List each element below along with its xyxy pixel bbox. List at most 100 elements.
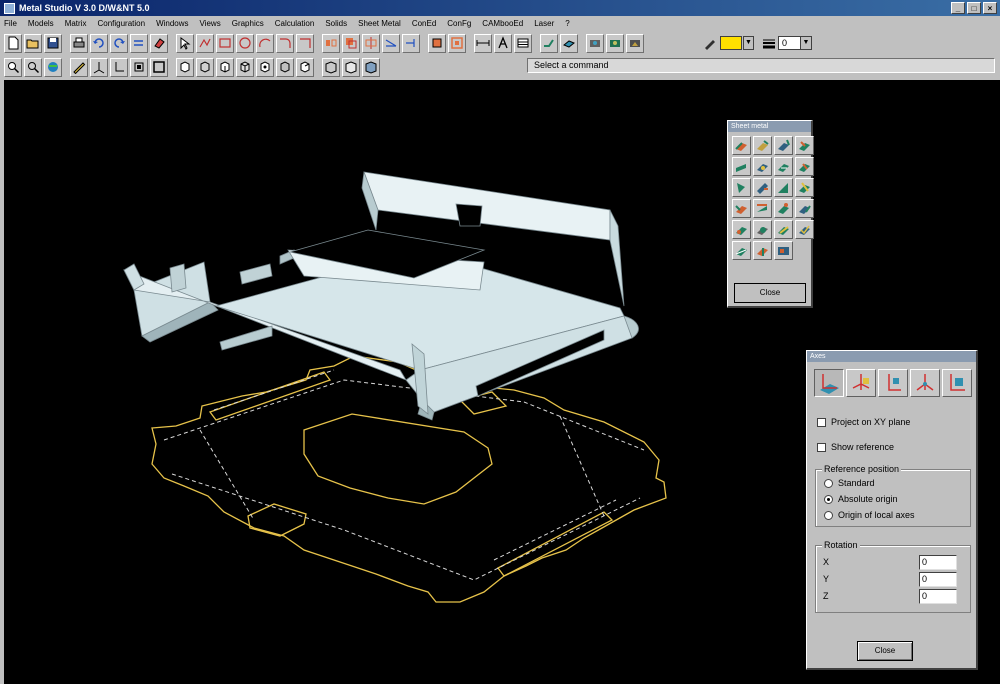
unfold-button[interactable]: [626, 33, 644, 53]
split-button[interactable]: [362, 33, 380, 53]
palette-tool-sheet[interactable]: [732, 241, 751, 260]
palette-tool-emboss[interactable]: [795, 157, 814, 176]
wireframe-button[interactable]: [322, 57, 340, 77]
radio-local-origin-dot[interactable]: [824, 510, 833, 520]
redo-button[interactable]: [110, 33, 128, 53]
menu-matrix[interactable]: Matrix: [65, 19, 87, 28]
render-button[interactable]: [586, 33, 604, 53]
select-button[interactable]: [176, 33, 194, 53]
zoom-out-button[interactable]: [24, 57, 42, 77]
palette-tool-nest[interactable]: [774, 241, 793, 260]
show-reference-checkbox[interactable]: Show reference: [817, 442, 894, 452]
palette-tool-jog[interactable]: [732, 199, 751, 218]
rotation-x-field[interactable]: 0: [919, 555, 957, 570]
sheet-metal-button[interactable]: [560, 33, 578, 53]
menu-laser[interactable]: Laser: [534, 19, 554, 28]
print-button[interactable]: [70, 33, 88, 53]
menu-coned[interactable]: ConEd: [412, 19, 436, 28]
draw-mode-button[interactable]: [70, 57, 88, 77]
axes-mode-xy[interactable]: [814, 369, 844, 397]
palette-tool-tab[interactable]: [732, 157, 751, 176]
shade-button[interactable]: [606, 33, 624, 53]
menu-sheet-metal[interactable]: Sheet Metal: [358, 19, 401, 28]
axes-mode-local[interactable]: [910, 369, 940, 397]
axes-local-button[interactable]: [110, 57, 128, 77]
menu-help[interactable]: ?: [565, 19, 569, 28]
save-button[interactable]: [44, 33, 62, 53]
palette-tool-corner[interactable]: [795, 136, 814, 155]
rotation-z-field[interactable]: 0: [919, 589, 957, 604]
rotation-y-field[interactable]: 0: [919, 572, 957, 587]
view-front-button[interactable]: [176, 57, 194, 77]
dimension-button[interactable]: [474, 33, 492, 53]
menu-models[interactable]: Models: [28, 19, 54, 28]
copy-button[interactable]: [342, 33, 360, 53]
repeat-button[interactable]: [130, 33, 148, 53]
palette-tool-stiffen[interactable]: [753, 241, 772, 260]
menu-windows[interactable]: Windows: [156, 19, 188, 28]
palette-tool-counter[interactable]: [753, 220, 772, 239]
menu-graphics[interactable]: Graphics: [232, 19, 264, 28]
menu-configuration[interactable]: Configuration: [97, 19, 145, 28]
open-file-button[interactable]: [24, 33, 42, 53]
color-dropdown-button[interactable]: ▼: [743, 36, 754, 50]
fillet-button[interactable]: [276, 33, 294, 53]
radio-absolute-origin[interactable]: Absolute origin: [824, 494, 898, 504]
project-xy-box[interactable]: [817, 417, 826, 427]
trim-button[interactable]: [382, 33, 400, 53]
axes-mode-xz[interactable]: [846, 369, 876, 397]
arc-button[interactable]: [256, 33, 274, 53]
view-back-button[interactable]: [256, 57, 274, 77]
corner-button[interactable]: [296, 33, 314, 53]
palette-tool-gusset[interactable]: [774, 178, 793, 197]
palette-tool-hem[interactable]: [753, 136, 772, 155]
new-file-button[interactable]: [4, 33, 22, 53]
orbit-button[interactable]: [44, 57, 62, 77]
menu-confg[interactable]: ConFg: [447, 19, 471, 28]
move-button[interactable]: [428, 33, 446, 53]
offset-button[interactable]: [448, 33, 466, 53]
layer-button[interactable]: [130, 57, 148, 77]
palette-tool-bend[interactable]: [774, 136, 793, 155]
shaded-button[interactable]: [362, 57, 380, 77]
menu-calculation[interactable]: Calculation: [275, 19, 315, 28]
view-right-button[interactable]: [296, 57, 314, 77]
rectangle-button[interactable]: [216, 33, 234, 53]
minimize-button[interactable]: _: [951, 2, 965, 14]
erase-button[interactable]: [150, 33, 168, 53]
palette-tool-flange[interactable]: [732, 136, 751, 155]
color-swatch[interactable]: [720, 36, 742, 50]
menu-views[interactable]: Views: [200, 19, 221, 28]
show-reference-box[interactable]: [817, 442, 826, 452]
bend-button[interactable]: [540, 33, 558, 53]
radio-absolute-origin-dot[interactable]: [824, 494, 833, 504]
axes-mode-iso[interactable]: [942, 369, 972, 397]
axes-close-button[interactable]: Close: [857, 641, 913, 661]
menu-cambooed[interactable]: CAMbooEd: [482, 19, 523, 28]
line-width-select[interactable]: 0 ▼: [778, 36, 812, 50]
frame-button[interactable]: [150, 57, 168, 77]
radio-standard[interactable]: Standard: [824, 478, 875, 488]
project-xy-checkbox[interactable]: Project on XY plane: [817, 417, 910, 427]
text-button[interactable]: [494, 33, 512, 53]
palette-tool-check[interactable]: [795, 220, 814, 239]
circle-button[interactable]: [236, 33, 254, 53]
menu-file[interactable]: File: [4, 19, 17, 28]
axes-button[interactable]: [90, 57, 108, 77]
view-iso-button[interactable]: [236, 57, 254, 77]
view-side-button[interactable]: [216, 57, 234, 77]
palette-tool-louver[interactable]: [774, 157, 793, 176]
menu-solids[interactable]: Solids: [325, 19, 347, 28]
radio-local-origin[interactable]: Origin of local axes: [824, 510, 915, 520]
palette-tool-relief[interactable]: [795, 199, 814, 218]
palette-tool-unfold[interactable]: [753, 199, 772, 218]
hidden-line-button[interactable]: [342, 57, 360, 77]
palette-tool-weld[interactable]: [774, 220, 793, 239]
palette-tool-lance[interactable]: [795, 178, 814, 197]
palette-tool-rib[interactable]: [732, 178, 751, 197]
view-top-button[interactable]: [196, 57, 214, 77]
polyline-button[interactable]: [196, 33, 214, 53]
palette-tool-drill[interactable]: [732, 220, 751, 239]
palette-tool-fold[interactable]: [774, 199, 793, 218]
mirror-button[interactable]: [322, 33, 340, 53]
